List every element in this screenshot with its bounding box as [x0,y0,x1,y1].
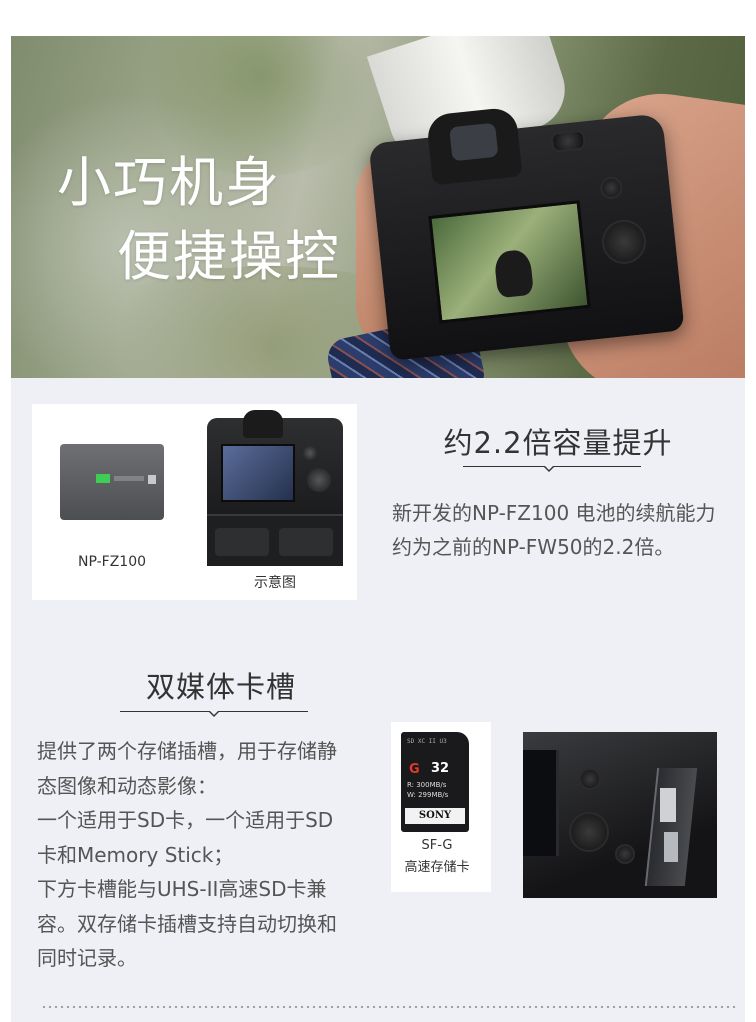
memory-card-slot-2 [664,832,678,862]
battery-image [60,444,164,520]
camera-body-photo [368,106,685,361]
description-line: 下方卡槽能与UHS-II高速SD卡兼 [37,877,327,901]
sd-card-caption-desc: 高速存储卡 [404,860,470,875]
control-dial [599,217,649,267]
description-line: 态图像和动态影像： [37,773,217,798]
sd-card-capacity: 32 [431,761,450,776]
control-dial [599,175,624,200]
sd-card-write-speed: W: 299MB/s [407,791,449,799]
control-dial [303,446,317,460]
card-slot-section: 双媒体卡槽 提供了两个存储插槽，用于存储静 态图像和动态影像： 一个适用于SD卡… [11,626,745,1022]
dotted-divider [41,1006,737,1008]
card-slot-heading: 双媒体卡槽 [145,670,296,704]
battery-indicator-icon [96,474,110,483]
battery-description: 新开发的NP-FZ100 电池的续航能力约为之前的NP-FW50的2.2倍。 [392,501,716,559]
description-line: 一个适用于SD卡，一个适用于SD [37,808,334,832]
hero-title: 小巧机身 便捷操控 [57,146,341,294]
memory-card-slot-1 [660,788,676,822]
control-dial [579,768,601,790]
card-slot-description: 提供了两个存储插槽，用于存储静 态图像和动态影像： 一个适用于SD卡，一个适用于… [37,734,387,976]
camera-lcd-screen [428,200,591,324]
battery-heading: 约2.2倍容量提升 [443,426,673,460]
sd-card-brand: SONY [405,808,465,824]
camera-lcd-screen [221,444,295,502]
hero-banner: 小巧机身 便捷操控 [11,36,745,378]
viewfinder [425,106,523,186]
sd-card-panel: SD XC II U3 G 32 R: 300MB/s W: 299MB/s S… [391,722,491,892]
description-line: 容。双存储卡插槽支持自动切换和 [37,911,337,936]
sd-card-specs: R: 300MB/s W: 299MB/s [407,780,448,800]
card-slot-photo [523,732,717,898]
camera-with-grip-image [207,410,343,566]
sd-card-image: SD XC II U3 G 32 R: 300MB/s W: 299MB/s S… [401,732,469,832]
viewfinder [243,410,283,438]
description-line: 同时记录。 [37,946,137,970]
heading-pointer-icon [208,710,220,717]
bear-on-screen [493,248,535,299]
sd-card-caption-model: SF-G [421,838,453,853]
grip-caption: 示意图 [254,575,296,591]
battery-caption: NP-FZ100 [77,554,147,570]
control-dial [569,812,609,852]
battery-slot-right [279,528,333,556]
control-dial [307,468,331,492]
sd-card-logo-row: SD XC II U3 [407,738,447,745]
heading-pointer-icon [543,465,555,472]
control-dial [550,129,587,153]
battery-image-panel: NP-FZ100 示意图 [32,404,357,600]
battery-z-badge [148,475,156,484]
control-dial [615,844,635,864]
description-line: 卡和Memory Stick； [37,842,234,867]
sd-card-read-speed: R: 300MB/s [407,781,447,789]
battery-slot-left [215,528,269,556]
hero-title-line2: 便捷操控 [117,225,341,288]
description-line: 提供了两个存储插槽，用于存储静 [37,739,337,763]
hero-title-line1: 小巧机身 [57,151,281,214]
sd-card-speed-class: G [409,762,420,777]
camera-lcd-screen [523,750,559,856]
battery-section: NP-FZ100 示意图 约2.2倍容量提升 新开发的NP-FZ100 电池的续… [11,378,745,628]
battery-label-strip [114,476,144,481]
